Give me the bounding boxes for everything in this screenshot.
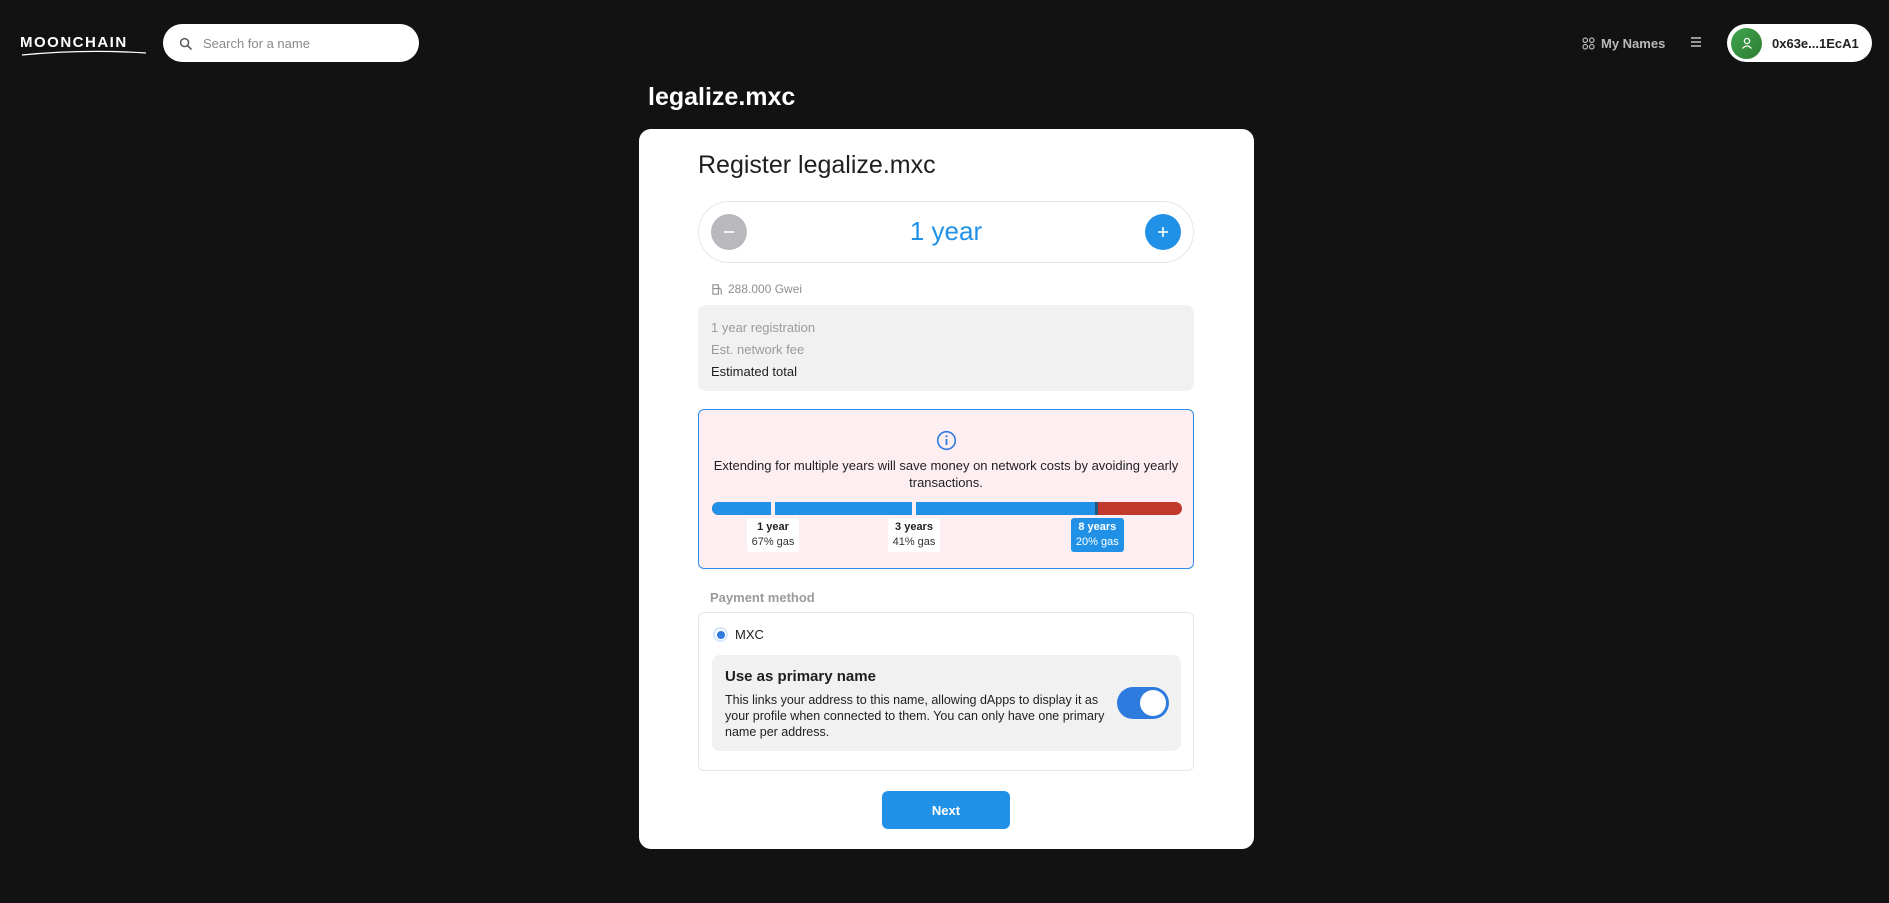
grid-icon (1582, 36, 1595, 50)
top-navigation-bar: MOONCHAIN My Names 0x63e...1EcA1 (0, 0, 1889, 86)
mark-gas: 41% gas (892, 536, 936, 548)
my-names-link[interactable]: My Names (1582, 33, 1665, 53)
page-title: legalize.mxc (648, 83, 796, 111)
bar-tick (1095, 502, 1099, 515)
toggle-knob (1140, 690, 1166, 716)
search-bar[interactable] (163, 24, 419, 62)
duration-mark-label: 3 years 41% gas (887, 518, 941, 552)
gas-price-value: 288.000 Gwei (728, 282, 803, 296)
bar-tick (912, 502, 917, 515)
gas-savings-bar (712, 502, 1182, 515)
bar-tick (771, 502, 776, 515)
radio-selected-dot (716, 630, 725, 639)
primary-name-setting: Use as primary name This links your addr… (712, 655, 1181, 751)
mark-gas: 67% gas (751, 536, 795, 548)
gas-savings-fill (712, 502, 1098, 515)
register-title: Register legalize.mxc (698, 151, 936, 179)
primary-name-toggle[interactable] (1117, 687, 1169, 719)
registration-card: Register legalize.mxc 1 year 288.000 Gwe… (639, 129, 1254, 849)
moonchain-logo[interactable]: MOONCHAIN (20, 34, 128, 51)
savings-text: Extending for multiple years will save m… (713, 458, 1179, 490)
avatar (1731, 27, 1762, 59)
payment-radio[interactable] (713, 627, 728, 642)
search-icon (179, 37, 192, 50)
user-icon (1741, 37, 1752, 49)
hamburger-menu-icon[interactable] (1689, 35, 1703, 49)
plus-icon (1158, 227, 1168, 237)
multi-year-savings-notice: Extending for multiple years will save m… (698, 409, 1194, 569)
duration-value: 1 year (909, 216, 983, 246)
search-input[interactable] (203, 35, 403, 51)
mark-years: 1 year (757, 521, 789, 533)
mark-years: 8 years (1078, 521, 1117, 533)
info-icon (936, 430, 957, 451)
mark-gas: 20% gas (1075, 536, 1119, 548)
network-fee-label: Est. network fee (711, 342, 805, 357)
payment-method-box: MXC Use as primary name This links your … (698, 612, 1194, 771)
registration-fee-label: 1 year registration (711, 320, 816, 335)
duration-mark-label: 1 year 67% gas (746, 518, 800, 552)
logo-swoosh-icon (21, 50, 147, 56)
fee-summary: 1 year registration Est. network fee Est… (698, 305, 1194, 391)
my-names-label: My Names (1601, 35, 1666, 51)
duration-stepper: 1 year (698, 201, 1194, 263)
payment-option-mxc[interactable]: MXC (713, 627, 764, 642)
gas-pump-icon (712, 283, 723, 295)
estimated-total-label: Estimated total (711, 364, 797, 379)
payment-option-label: MXC (735, 627, 764, 642)
duration-mark-label: 8 years 20% gas (1070, 518, 1124, 552)
next-button[interactable]: Next (882, 791, 1010, 829)
primary-name-description: This links your address to this name, al… (725, 693, 1105, 739)
account-address: 0x63e...1EcA1 (1772, 35, 1859, 51)
account-button[interactable]: 0x63e...1EcA1 (1727, 24, 1872, 62)
increase-duration-button[interactable] (1145, 214, 1181, 250)
payment-method-label: Payment method (710, 590, 815, 605)
gas-price: 288.000 Gwei (711, 282, 802, 296)
mark-years: 3 years (895, 521, 933, 533)
primary-name-title: Use as primary name (725, 668, 876, 685)
